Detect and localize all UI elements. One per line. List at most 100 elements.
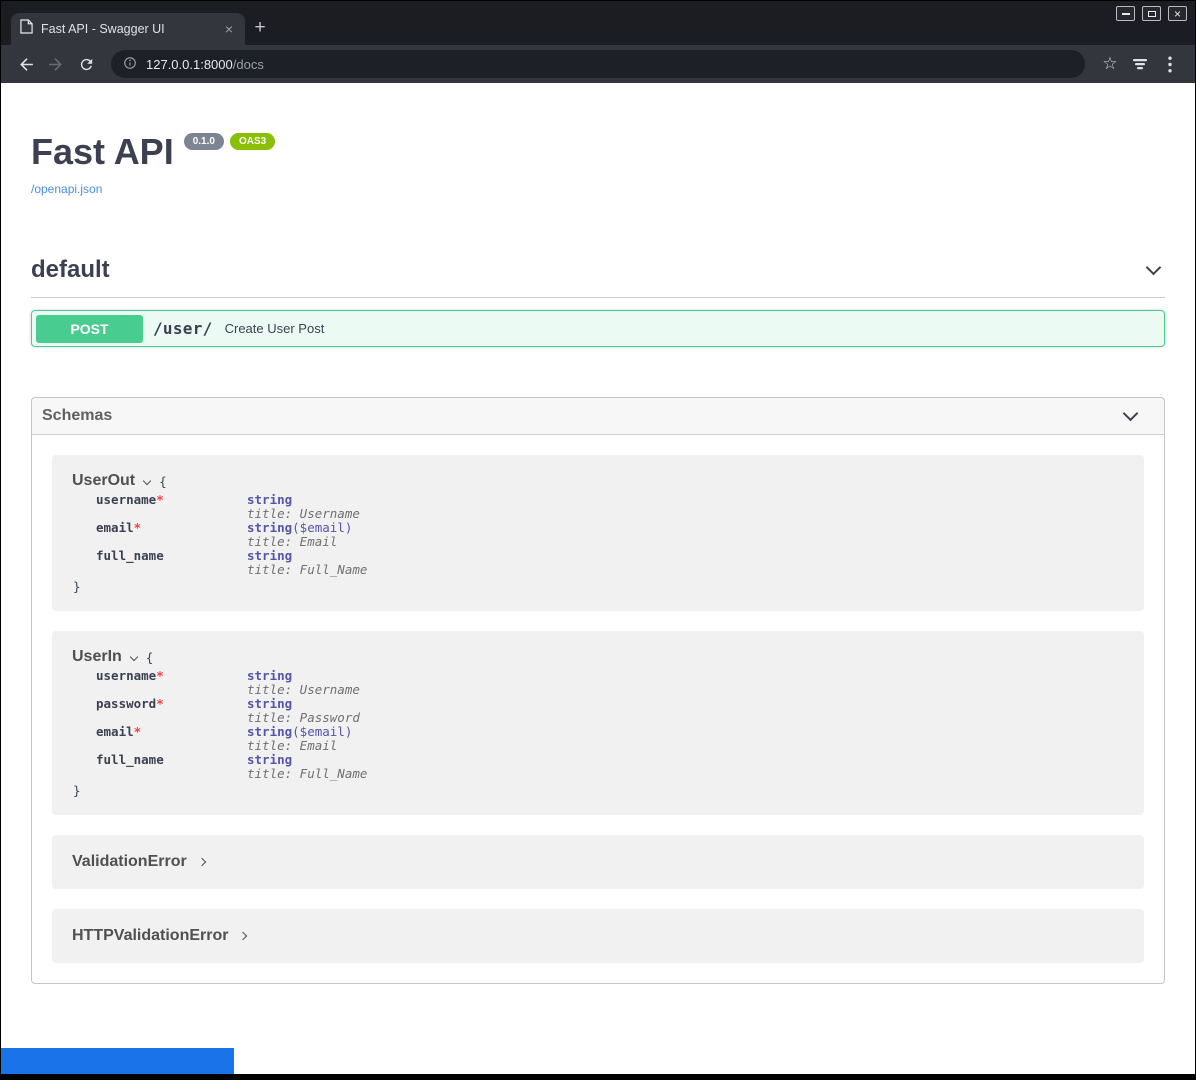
chevron-down-icon[interactable] (1123, 405, 1139, 421)
schema-property-row: username* string title: Username (96, 493, 1124, 521)
version-badge: 0.1.0 (184, 133, 224, 150)
property-title: title: Password (247, 711, 360, 725)
tag-section-default[interactable]: default (31, 256, 1165, 298)
required-star: * (134, 724, 142, 739)
open-brace: { (159, 474, 167, 489)
browser-toolbar: 127.0.0.1:8000/docs ☆ (1, 45, 1195, 83)
model-httpvalidationerror[interactable]: HTTPValidationError (52, 909, 1144, 963)
chevron-down-icon (130, 653, 138, 661)
property-name: full_name (96, 549, 247, 577)
window-bottom-border (1, 1074, 1195, 1079)
schemas-list: UserOut { username* string title: Userna… (32, 435, 1164, 983)
site-info-icon[interactable] (123, 56, 137, 73)
api-title-text: Fast API (31, 131, 174, 172)
openapi-json-link[interactable]: /openapi.json (31, 182, 102, 196)
browser-window: Fast API - Swagger UI × + × (0, 0, 1196, 1080)
url-host: 127.0.0.1:8000 (146, 57, 233, 72)
close-brace: } (73, 579, 1124, 594)
property-name: password* (96, 697, 247, 725)
property-name: username* (96, 493, 247, 521)
schemas-header[interactable]: Schemas (32, 398, 1164, 435)
schema-property-row: full_name string title: Full_Name (96, 753, 1124, 781)
model-userout: UserOut { username* string title: Userna… (52, 455, 1144, 611)
window-controls: × (1109, 6, 1187, 21)
endpoint-summary: Create User Post (225, 321, 325, 336)
required-star: * (156, 492, 164, 507)
schema-property-row: email* string($email) title: Email (96, 521, 1124, 549)
status-bubble (1, 1048, 234, 1074)
open-brace: { (146, 650, 154, 665)
required-star: * (134, 520, 142, 535)
schema-property-row: password* string title: Password (96, 697, 1124, 725)
menu-kebab-icon[interactable] (1155, 49, 1185, 79)
property-detail: string($email) title: Email (247, 725, 352, 753)
minimize-button[interactable] (1116, 6, 1135, 21)
properties-list: username* string title: Username passwor… (96, 669, 1124, 781)
endpoint-path: /user/ (153, 319, 213, 338)
tab-title: Fast API - Swagger UI (41, 22, 214, 36)
schema-property-row: email* string($email) title: Email (96, 725, 1124, 753)
model-name: UserIn (72, 648, 122, 666)
schema-property-row: full_name string title: Full_Name (96, 549, 1124, 577)
maximize-icon (1148, 11, 1156, 17)
property-type: string (247, 696, 292, 711)
model-name: ValidationError (72, 853, 187, 871)
required-star: * (156, 696, 164, 711)
model-toggle[interactable]: UserOut { (72, 472, 1124, 490)
page-favicon-icon (20, 19, 33, 39)
url-text: 127.0.0.1:8000/docs (146, 57, 264, 72)
model-userin: UserIn { username* string title: Usernam… (52, 631, 1144, 815)
property-detail: string($email) title: Email (247, 521, 352, 549)
property-title: title: Full_Name (247, 767, 367, 781)
extension-icon[interactable] (1125, 49, 1155, 79)
close-icon: × (1174, 8, 1181, 20)
back-icon[interactable] (11, 49, 41, 79)
property-detail: string title: Password (247, 697, 360, 725)
url-path: /docs (233, 57, 264, 72)
browser-tab[interactable]: Fast API - Swagger UI × (11, 13, 245, 45)
tag-name: default (31, 256, 110, 284)
reload-icon[interactable] (71, 49, 101, 79)
property-detail: string title: Full_Name (247, 549, 367, 577)
schemas-section: Schemas UserOut { username* (31, 397, 1165, 984)
page-title: Fast API0.1.0OAS3 (31, 131, 1165, 173)
property-type: string (247, 520, 292, 535)
bookmark-star-icon[interactable]: ☆ (1095, 49, 1125, 79)
property-title: title: Email (247, 535, 352, 549)
property-name: full_name (96, 753, 247, 781)
schemas-title: Schemas (42, 407, 112, 425)
tab-close-icon[interactable]: × (222, 21, 236, 37)
property-title: title: Full_Name (247, 563, 367, 577)
post-method-badge: POST (36, 315, 143, 343)
chevron-down-icon[interactable] (1146, 259, 1162, 275)
property-detail: string title: Username (247, 493, 360, 521)
required-star: * (156, 668, 164, 683)
property-type: string (247, 724, 292, 739)
maximize-button[interactable] (1142, 6, 1161, 21)
property-format: ($email) (292, 520, 352, 535)
new-tab-button[interactable]: + (245, 13, 275, 45)
close-button[interactable]: × (1168, 6, 1187, 21)
model-validationerror[interactable]: ValidationError (52, 835, 1144, 889)
property-title: title: Username (247, 507, 360, 521)
property-name: email* (96, 725, 247, 753)
model-name: HTTPValidationError (72, 927, 228, 945)
chevron-right-icon (239, 932, 247, 940)
close-brace: } (73, 783, 1124, 798)
property-name: username* (96, 669, 247, 697)
property-detail: string title: Username (247, 669, 360, 697)
property-title: title: Username (247, 683, 360, 697)
property-detail: string title: Full_Name (247, 753, 367, 781)
swagger-page: Fast API0.1.0OAS3 /openapi.json default … (1, 83, 1195, 1079)
property-type: string (247, 752, 292, 767)
endpoint-post-user[interactable]: POST /user/ Create User Post (31, 310, 1165, 347)
property-format: ($email) (292, 724, 352, 739)
forward-icon[interactable] (41, 49, 71, 79)
properties-list: username* string title: Username email* … (96, 493, 1124, 577)
minimize-icon (1122, 13, 1130, 15)
chevron-down-icon (143, 477, 151, 485)
model-toggle[interactable]: UserIn { (72, 648, 1124, 666)
url-bar[interactable]: 127.0.0.1:8000/docs (111, 50, 1085, 78)
model-name: UserOut (72, 472, 135, 490)
chevron-right-icon (197, 858, 205, 866)
